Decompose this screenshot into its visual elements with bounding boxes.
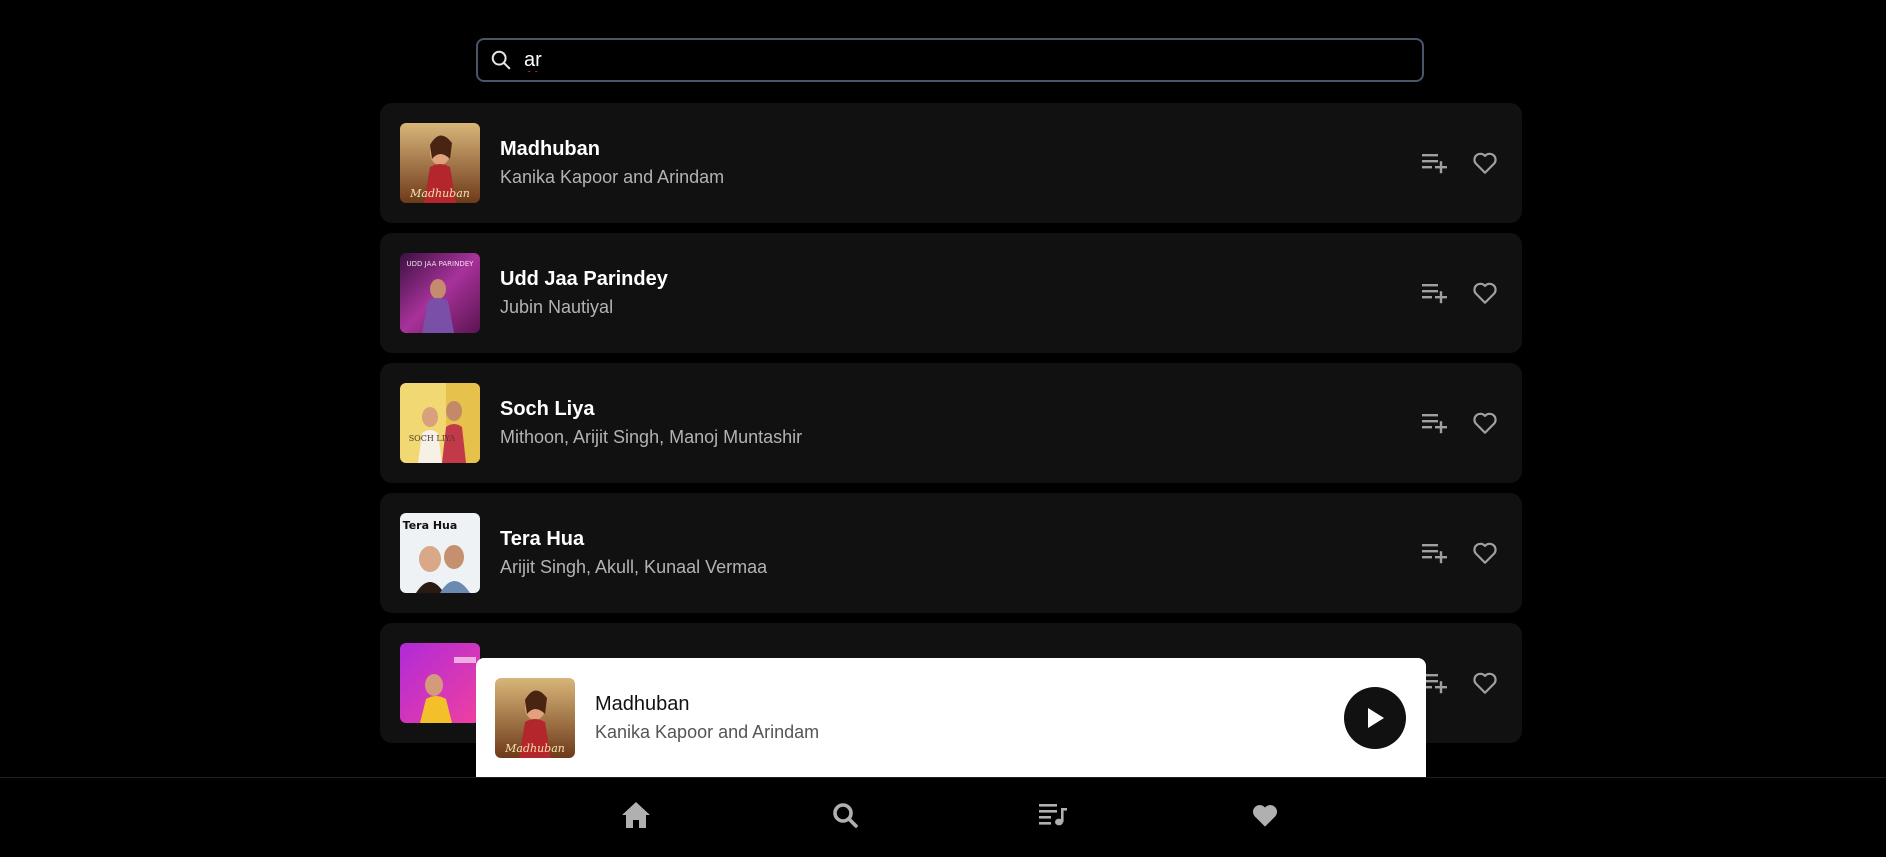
bottom-nav — [0, 777, 1886, 857]
add-to-playlist-icon[interactable] — [1420, 538, 1450, 568]
heart-outline-icon[interactable] — [1470, 148, 1500, 178]
song-info: Soch Liya Mithoon, Arijit Singh, Manoj M… — [500, 396, 1400, 450]
nav-playlist-icon[interactable] — [1037, 798, 1071, 832]
now-playing-info: Madhuban Kanika Kapoor and Arindam — [595, 691, 1344, 745]
song-artist: Kanika Kapoor and Arindam — [500, 167, 725, 187]
now-playing-artist: Kanika Kapoor and Arindam — [595, 721, 820, 742]
add-to-playlist-icon[interactable] — [1420, 408, 1450, 438]
play-icon — [1368, 707, 1384, 728]
now-playing-cover: Madhuban — [495, 677, 575, 758]
now-playing-title: Madhuban — [595, 692, 690, 715]
album-cover: UDD JAA PARINDEY — [400, 253, 480, 333]
heart-outline-icon[interactable] — [1470, 538, 1500, 568]
heart-outline-icon[interactable] — [1470, 278, 1500, 308]
cover-text: SOCH LIYA — [409, 434, 456, 443]
song-title: Tera Hua — [500, 528, 585, 550]
song-info: Tera Hua Arijit Singh, Akull, Kunaal Ver… — [500, 526, 1400, 580]
cover-text: Tera Hua — [403, 519, 458, 532]
cover-text: UDD JAA PARINDEY — [407, 260, 475, 268]
song-list: Madhuban Madhuban Kanika Kapoor and Arin… — [380, 103, 1522, 753]
album-cover — [400, 643, 480, 723]
heart-outline-icon[interactable] — [1470, 668, 1500, 698]
song-artist: Arijit Singh, Akull, Kunaal Vermaa — [500, 557, 768, 577]
search-icon — [488, 47, 514, 73]
heart-outline-icon[interactable] — [1470, 408, 1500, 438]
song-card[interactable]: SOCH LIYA Soch Liya Mithoon, Arijit Sing… — [380, 363, 1522, 483]
song-card[interactable]: UDD JAA PARINDEY Udd Jaa Parindey Jubin … — [380, 233, 1522, 353]
add-to-playlist-icon[interactable] — [1420, 278, 1450, 308]
now-playing-bar[interactable]: Madhuban Madhuban Kanika Kapoor and Arin… — [476, 658, 1426, 777]
nav-search-icon[interactable] — [828, 798, 862, 832]
song-title: Madhuban — [500, 138, 600, 160]
song-title: Udd Jaa Parindey — [500, 268, 668, 290]
song-actions — [1400, 408, 1500, 438]
play-button[interactable] — [1344, 686, 1406, 749]
search-input[interactable] — [514, 39, 1422, 81]
song-info: Udd Jaa Parindey Jubin Nautiyal — [500, 266, 1400, 320]
song-info: Madhuban Kanika Kapoor and Arindam — [500, 136, 1400, 190]
song-card[interactable]: Tera Hua Tera Hua Arijit Singh, Akull, K… — [380, 493, 1522, 613]
album-cover: SOCH LIYA — [400, 383, 480, 463]
song-actions — [1400, 148, 1500, 178]
song-actions — [1400, 538, 1500, 568]
music-app: Madhuban Madhuban Kanika Kapoor and Arin… — [0, 0, 1886, 857]
album-cover: Tera Hua — [400, 513, 480, 593]
song-title: Soch Liya — [500, 398, 595, 420]
nav-home-icon[interactable] — [619, 798, 653, 832]
cover-text: Madhuban — [504, 742, 565, 755]
search-bar[interactable] — [476, 38, 1424, 82]
album-cover: Madhuban — [400, 123, 480, 203]
nav-heart-icon[interactable] — [1248, 798, 1282, 832]
cover-text: Madhuban — [409, 187, 470, 200]
song-actions — [1400, 278, 1500, 308]
song-artist: Jubin Nautiyal — [500, 297, 614, 317]
song-artist: Mithoon, Arijit Singh, Manoj Muntashir — [500, 427, 803, 447]
song-card[interactable]: Madhuban Madhuban Kanika Kapoor and Arin… — [380, 103, 1522, 223]
add-to-playlist-icon[interactable] — [1420, 148, 1450, 178]
